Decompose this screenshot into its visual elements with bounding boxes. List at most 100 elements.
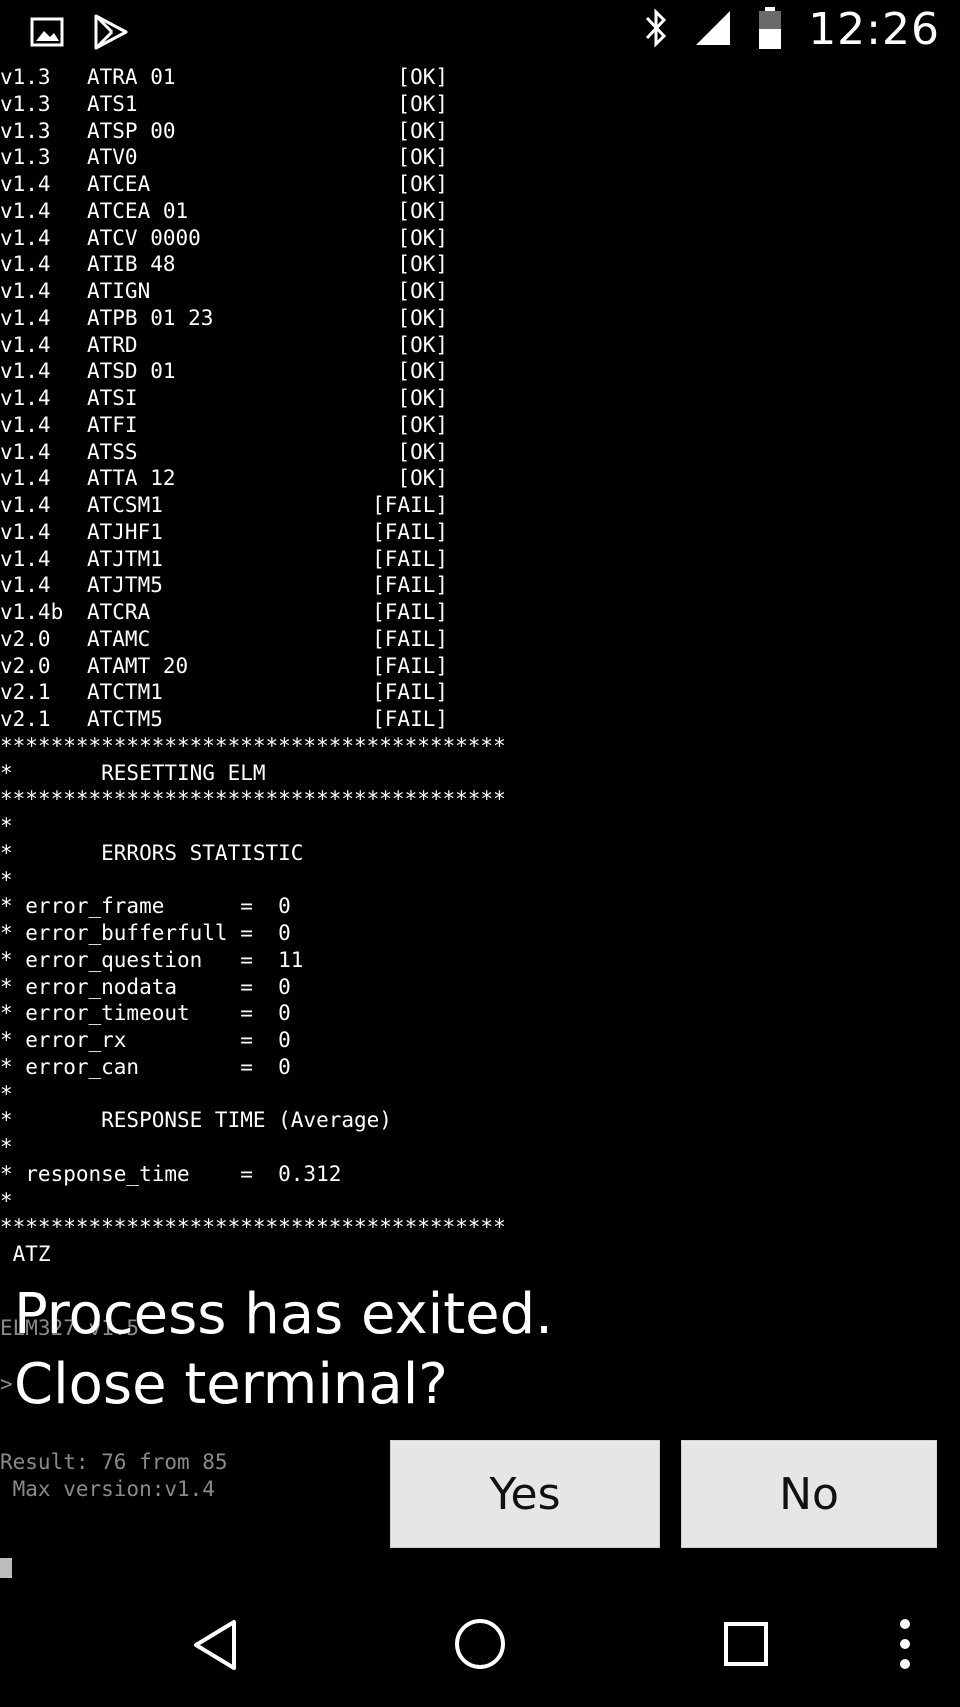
command-row: v1.4 ATIGN [OK] [0,278,960,305]
cell-signal-icon [694,9,732,51]
command-result: [OK] [397,252,448,277]
dialog-message-line2: Close terminal? [14,1352,448,1417]
command-row: v2.1 ATCTM5 [FAIL] [0,706,960,733]
back-icon[interactable] [190,1618,240,1676]
command-result: [OK] [397,65,448,89]
command-result: [FAIL] [372,493,448,517]
command-name: ATRA 01 [87,65,176,89]
play-store-icon [92,14,128,54]
command-result: [OK] [397,198,448,223]
dialog-message-line1: Process has exited. [14,1282,553,1347]
command-name: ATCTM5 [87,707,163,731]
log-line: **************************************** [0,733,506,758]
command-name: ATIB 48 [87,252,176,277]
no-button[interactable]: No [681,1440,937,1548]
command-row: v2.0 ATAMC [FAIL] [0,626,960,653]
command-row: v1.4 ATPB 01 23 [OK] [0,305,960,332]
command-name: ATSP 00 [87,118,176,143]
command-version: v1.4 [0,546,51,571]
command-version: v1.4 [0,439,51,464]
command-name: ATV0 [87,145,138,170]
command-version: v1.4 [0,519,51,544]
command-name: ATTA 12 [87,466,176,491]
command-result: [OK] [397,439,448,464]
yes-button[interactable]: Yes [390,1440,660,1548]
log-line: * error_bufferfull = 0 [0,921,291,945]
command-row: v1.4 ATSD 01 [OK] [0,358,960,385]
command-row: v1.4 ATFI [OK] [0,412,960,439]
command-row: v2.0 ATAMT 20 [FAIL] [0,653,960,680]
status-right: 12:26 [644,4,940,55]
command-version: v2.1 [0,707,51,731]
log-line: * error_timeout = 0 [0,1001,291,1026]
command-row: v1.4 ATJTM5 [FAIL] [0,572,960,599]
command-version: v1.4b [0,600,64,624]
command-name: ATCTM1 [87,680,163,705]
command-version: v1.3 [0,145,51,170]
command-name: ATJTM5 [87,573,163,598]
command-name: ATIGN [87,279,151,303]
log-line: * response_time = 0.312 [0,1161,342,1186]
home-icon[interactable] [453,1617,507,1675]
command-result: [OK] [397,172,448,196]
command-name: ATSI [87,386,138,410]
command-name: ATAMC [87,626,151,651]
navigation-bar [0,1590,960,1707]
command-result: [OK] [397,412,448,437]
command-version: v1.4 [0,493,51,517]
command-name: ATCEA [87,172,151,196]
command-row: v1.3 ATRA 01 [OK] [0,64,960,91]
command-name: ATRD [87,332,138,357]
command-result: [OK] [397,359,448,384]
log-line: * error_question = 11 [0,947,304,972]
command-result: [OK] [397,91,448,116]
command-version: v1.3 [0,91,51,116]
max-version-line: Max version:v1.4 [0,1477,215,1501]
log-line: * error_frame = 0 [0,894,291,919]
command-result: [OK] [397,225,448,250]
terminal-output: v1.3 ATRA 01 [OK] v1.3 ATS1 [OK] v1.3 ATSP 00 [O… [0,64,960,1268]
command-row: v1.4 ATCV 0000 [OK] [0,225,960,252]
command-name: ATCEA 01 [87,198,189,223]
log-line: **************************************** [0,1215,506,1240]
log-line: * RESETTING ELM [0,760,266,785]
command-name: ATPB 01 23 [87,305,214,330]
command-version: v1.4 [0,198,51,223]
log-line: * RESPONSE TIME (Average) [0,1108,392,1133]
command-row: v1.3 ATV0 [OK] [0,144,960,171]
command-result: [FAIL] [372,680,448,705]
command-result: [FAIL] [372,626,448,651]
command-row: v1.4 ATRD [OK] [0,332,960,359]
command-version: v2.0 [0,653,51,678]
command-version: v2.1 [0,680,51,705]
command-version: v1.4 [0,305,51,330]
command-result: [OK] [397,279,448,303]
terminal-cursor [0,1558,12,1578]
command-version: v1.3 [0,65,51,89]
log-line: * ERRORS STATISTIC [0,840,304,865]
command-result: [OK] [397,466,448,491]
command-result: [FAIL] [372,519,448,544]
overflow-menu-icon[interactable] [898,1618,912,1674]
command-row: v1.4 ATSS [OK] [0,439,960,466]
result-line: Result: 76 from 85 [0,1450,228,1474]
log-line: * [0,814,13,838]
log-line: ATZ [0,1242,51,1266]
command-name: ATSS [87,439,138,464]
command-result: [OK] [397,305,448,330]
command-version: v1.4 [0,466,51,491]
command-row: v1.4 ATSI [OK] [0,385,960,412]
command-row: v1.3 ATS1 [OK] [0,91,960,118]
command-row: v1.4 ATCEA [OK] [0,171,960,198]
status-bar: 12:26 [0,0,960,66]
ghost-prompt: > [0,1372,13,1396]
command-row: v1.4 ATTA 12 [OK] [0,465,960,492]
dialog-message: Process has exited. Close terminal? [14,1280,553,1420]
log-line: * [0,1135,13,1159]
recents-icon[interactable] [723,1621,769,1671]
command-result: [OK] [397,332,448,357]
image-icon [30,17,64,51]
clock: 12:26 [808,4,940,55]
command-row: v1.3 ATSP 00 [OK] [0,118,960,145]
command-result: [FAIL] [372,653,448,678]
